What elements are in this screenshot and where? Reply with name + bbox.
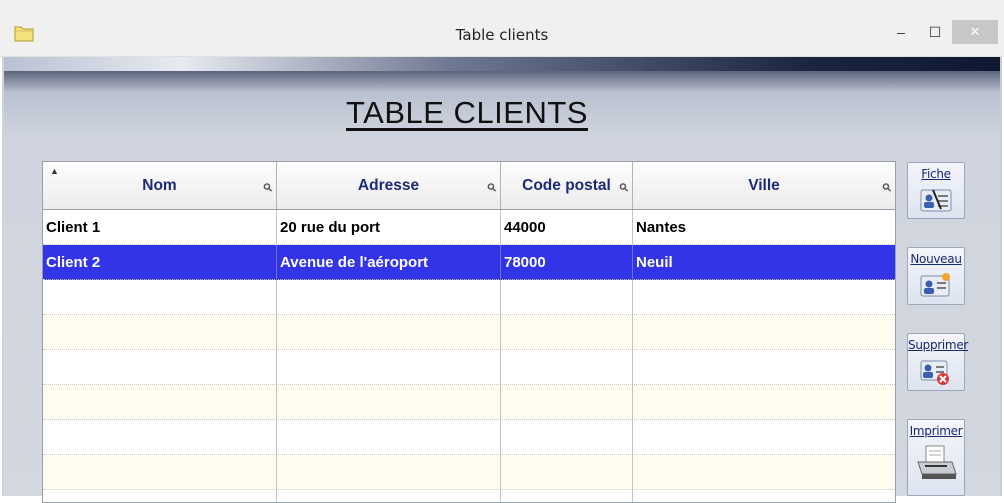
- column-header-label: Ville: [748, 176, 780, 194]
- empty-row[interactable]: [43, 385, 895, 420]
- search-icon[interactable]: ⚲: [880, 180, 894, 195]
- cell-adresse: 20 rue du port: [277, 210, 501, 245]
- cell-ville: Neuil: [636, 254, 673, 271]
- delete-client-icon: [920, 360, 949, 385]
- search-icon[interactable]: ⚲: [261, 180, 275, 195]
- imprimer-button[interactable]: Imprimer: [907, 419, 965, 496]
- fiche-button[interactable]: Fiche: [907, 162, 965, 219]
- empty-row[interactable]: [43, 420, 895, 455]
- page-title: TABLE CLIENTS: [346, 95, 588, 130]
- cell-nom: Client 2: [43, 245, 277, 280]
- fiche-label: Fiche: [921, 167, 951, 181]
- nouveau-label: Nouveau: [910, 252, 962, 266]
- printer-icon: [917, 445, 957, 479]
- new-client-icon: [920, 273, 950, 297]
- minimize-button[interactable]: –: [888, 20, 914, 44]
- sort-asc-icon: ▲: [50, 166, 59, 176]
- search-icon[interactable]: ⚲: [617, 180, 631, 195]
- nouveau-button[interactable]: Nouveau: [907, 247, 965, 305]
- maximize-button[interactable]: ☐: [922, 20, 948, 44]
- column-header-adresse[interactable]: Adresse ⚲: [277, 162, 501, 209]
- empty-row[interactable]: [43, 350, 895, 385]
- client-card-icon: [920, 189, 952, 212]
- cell-adresse: Avenue de l'aéroport: [277, 245, 501, 280]
- supprimer-label: Supprimer: [908, 338, 969, 352]
- empty-row[interactable]: [43, 455, 895, 490]
- imprimer-label: Imprimer: [909, 424, 963, 438]
- column-header-ville[interactable]: Ville ⚲: [633, 162, 895, 209]
- column-header-code-postal[interactable]: Code postal ⚲: [501, 162, 633, 209]
- search-icon[interactable]: ⚲: [485, 180, 499, 195]
- cell-nom: Client 1: [43, 210, 277, 245]
- cell-code-postal: 44000: [501, 210, 633, 245]
- table-row[interactable]: Client 1 20 rue du port 44000 Nantes: [43, 210, 895, 245]
- supprimer-button[interactable]: Supprimer: [907, 333, 969, 391]
- title-bar: Table clients – ☐ ✕: [0, 0, 1004, 57]
- empty-row[interactable]: [43, 315, 895, 350]
- cell-ville: Nantes: [636, 219, 687, 236]
- close-button[interactable]: ✕: [952, 20, 998, 44]
- column-header-label: Code postal: [522, 176, 611, 194]
- cell-code-postal: 78000: [501, 245, 633, 280]
- empty-row[interactable]: [43, 280, 895, 315]
- empty-row[interactable]: [43, 490, 895, 502]
- column-header-nom[interactable]: ▲ Nom ⚲: [43, 162, 277, 209]
- window-title: Table clients: [455, 26, 549, 44]
- table-row-selected[interactable]: Client 2 Avenue de l'aéroport 78000 Neui…: [43, 245, 895, 280]
- clients-table: ▲ Nom ⚲ Adresse ⚲ Code postal ⚲ Ville ⚲ …: [42, 161, 896, 503]
- column-header-label: Nom: [142, 176, 177, 194]
- table-header: ▲ Nom ⚲ Adresse ⚲ Code postal ⚲ Ville ⚲: [43, 162, 895, 210]
- window-body: TABLE CLIENTS ▲ Nom ⚲ Adresse ⚲ Code pos…: [2, 57, 1002, 503]
- column-header-label: Adresse: [357, 176, 420, 194]
